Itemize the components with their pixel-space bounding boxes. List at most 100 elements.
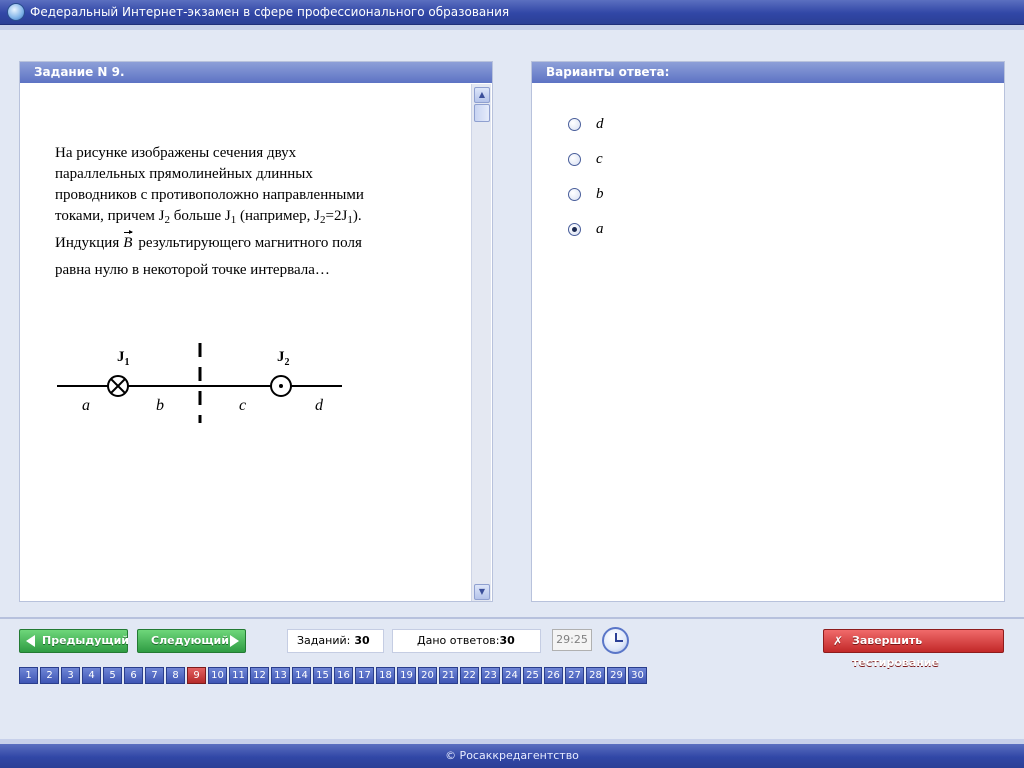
globe-icon (7, 3, 25, 21)
answer-option-c[interactable]: c (568, 151, 603, 168)
conductor-j2-out-of-page-icon (270, 375, 292, 397)
question-text: На рисунке изображены сечения двух парал… (55, 143, 455, 281)
page-button[interactable]: 6 (124, 667, 143, 684)
page-button[interactable]: 26 (544, 667, 563, 684)
page-button[interactable]: 30 (628, 667, 647, 684)
next-button[interactable]: Следующий (137, 629, 246, 653)
arrow-left-icon (26, 635, 35, 647)
answer-label: b (596, 186, 604, 202)
label-c: c (239, 397, 246, 414)
page-button[interactable]: 20 (418, 667, 437, 684)
page-button[interactable]: 16 (334, 667, 353, 684)
page-button[interactable]: 23 (481, 667, 500, 684)
question-line: параллельных прямолинейных длинных (55, 166, 313, 182)
page-button[interactable]: 15 (313, 667, 332, 684)
page-button[interactable]: 4 (82, 667, 101, 684)
page-button[interactable]: 7 (145, 667, 164, 684)
radio-button-selected[interactable] (568, 223, 581, 236)
question-line: токами, причем J2 больше J1 (например, J… (55, 206, 455, 227)
page-button[interactable]: 5 (103, 667, 122, 684)
answers-count: 30 (499, 634, 515, 647)
question-fragment: (например, J (236, 208, 321, 224)
task-header: Задание N 9. (20, 62, 492, 83)
window-title: Федеральный Интернет-экзамен в сфере про… (30, 5, 510, 19)
toolbar-divider (0, 617, 1024, 619)
finish-label: Завершить тестирование (852, 634, 940, 669)
answer-option-b[interactable]: b (568, 186, 604, 203)
page-button[interactable]: 14 (292, 667, 311, 684)
label-d: d (315, 397, 324, 414)
vector-b-symbol: B (123, 230, 134, 254)
timer-display: 29:25 (552, 629, 592, 651)
page-button[interactable]: 17 (355, 667, 374, 684)
label-b: b (156, 397, 164, 414)
question-fragment: =2J (325, 208, 348, 224)
conductor-j1-into-page-icon (107, 375, 129, 397)
label-j2: J2 (277, 349, 290, 368)
page-button[interactable]: 28 (586, 667, 605, 684)
previous-label: Предыдущий (42, 634, 130, 647)
page-button[interactable]: 24 (502, 667, 521, 684)
page-button[interactable]: 29 (607, 667, 626, 684)
scroll-down-button[interactable]: ▼ (474, 584, 490, 600)
answer-label: d (596, 116, 604, 132)
page-button[interactable]: 21 (439, 667, 458, 684)
window-title-bar: Федеральный Интернет-экзамен в сфере про… (0, 0, 1024, 25)
page-button[interactable]: 18 (376, 667, 395, 684)
label-j1: J1 (117, 349, 130, 368)
task-content: На рисунке изображены сечения двух парал… (20, 83, 472, 601)
scroll-up-button[interactable]: ▲ (474, 87, 490, 103)
finish-test-button[interactable]: ✗ Завершить тестирование (823, 629, 1004, 669)
question-line: Индукция Bрезультирующего магнитного поля (55, 230, 455, 254)
page-button[interactable]: 25 (523, 667, 542, 684)
radio-button[interactable] (568, 188, 581, 201)
page-button[interactable]: 11 (229, 667, 248, 684)
question-fragment: ). (352, 208, 362, 224)
answers-header: Варианты ответа: (532, 62, 1004, 83)
tasks-count-box: Заданий: 30 (287, 629, 384, 653)
page-button[interactable]: 22 (460, 667, 479, 684)
arrow-right-icon (230, 635, 239, 647)
conductors-figure: J1 J2 a b c d (57, 343, 342, 423)
tasks-label: Заданий: (297, 634, 351, 647)
clock-icon (602, 627, 629, 654)
radio-button[interactable] (568, 118, 581, 131)
question-fragment: токами, причем J (55, 208, 165, 224)
next-label: Следующий (151, 634, 229, 647)
answer-label: c (596, 151, 603, 167)
radio-button[interactable] (568, 153, 581, 166)
scroll-thumb[interactable] (474, 104, 490, 122)
page-button[interactable]: 19 (397, 667, 416, 684)
answers-panel: Варианты ответа: d c b a (531, 61, 1005, 602)
question-fragment: результирующего магнитного поля (138, 235, 362, 251)
answer-option-a[interactable]: a (568, 221, 604, 238)
answer-label: a (596, 221, 604, 237)
question-line: На рисунке изображены сечения двух (55, 145, 297, 161)
tasks-count: 30 (354, 634, 370, 647)
footer: © Росаккредагентство (0, 744, 1024, 768)
page-button[interactable]: 1 (19, 667, 38, 684)
page-button[interactable]: 12 (250, 667, 269, 684)
page-button[interactable]: 3 (61, 667, 80, 684)
page-button[interactable]: 8 (166, 667, 185, 684)
page-button[interactable]: 13 (271, 667, 290, 684)
title-stripe (0, 25, 1024, 30)
answers-count-box: Дано ответов:30 (392, 629, 541, 653)
task-scrollbar[interactable]: ▲ ▼ (471, 84, 491, 601)
page-button[interactable]: 27 (565, 667, 584, 684)
page-button[interactable]: 2 (40, 667, 59, 684)
page-button[interactable]: 10 (208, 667, 227, 684)
previous-button[interactable]: Предыдущий (19, 629, 130, 653)
answers-label: Дано ответов: (417, 634, 500, 647)
page-button-current[interactable]: 9 (187, 667, 206, 684)
copyright-text: © Росаккредагентство (445, 749, 579, 762)
runner-icon: ✗ (833, 634, 844, 648)
task-pager: 1 2 3 4 5 6 7 8 9 10 11 12 13 14 15 16 1… (19, 667, 649, 684)
task-panel: Задание N 9. На рисунке изображены сечен… (19, 61, 493, 602)
question-fragment: больше J (169, 208, 231, 224)
answer-option-d[interactable]: d (568, 116, 604, 133)
label-a: a (82, 397, 90, 414)
question-line: равна нулю в некоторой точке интервала… (55, 262, 330, 278)
question-fragment: Индукция (55, 235, 120, 251)
question-line: проводников с противоположно направленны… (55, 187, 364, 203)
